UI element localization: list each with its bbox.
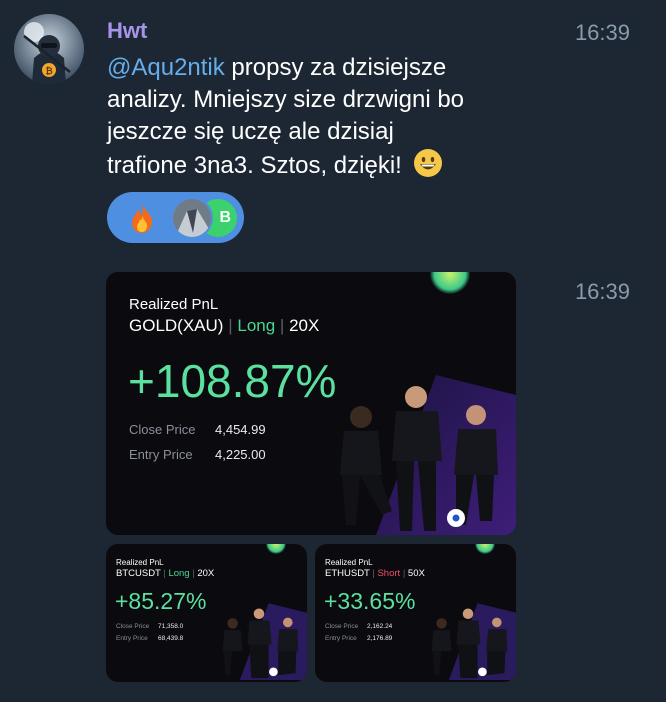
entry-price-value: 4,225.00 <box>215 447 266 462</box>
close-price-value: 4,454.99 <box>215 422 266 437</box>
separator: | <box>279 316 285 335</box>
entry-price-value: 2,176.89 <box>367 635 393 642</box>
players-image <box>420 582 516 682</box>
close-price-row: Close Price 71,358.0 <box>116 623 183 630</box>
close-price-value: 2,162.24 <box>367 623 393 630</box>
players-image <box>316 335 516 535</box>
message-text-line1: propsy za dzisiejsze <box>224 54 447 81</box>
close-price-row: Close Price 2,162.24 <box>325 623 392 630</box>
separator: | <box>402 568 406 579</box>
close-price-label: Close Price <box>116 623 150 630</box>
entry-price-row: Entry Price 68,439.8 <box>116 635 183 642</box>
sender-name[interactable]: Hwt <box>107 18 147 44</box>
close-price-label: Close Price <box>129 422 196 437</box>
separator: | <box>163 568 166 579</box>
reaction-avatar-letter: B <box>219 209 231 226</box>
sender-avatar[interactable]: ₿ <box>14 14 84 84</box>
message-text: @Aqu2ntik propsy za dzisiejsze analizy. … <box>107 52 527 182</box>
pnl-side: Short <box>377 568 401 579</box>
svg-text:₿: ₿ <box>45 66 52 77</box>
reaction-fire-button[interactable]: B <box>107 192 244 243</box>
pnl-title: Realized PnL <box>129 296 219 313</box>
close-price-label: Close Price <box>325 623 359 630</box>
separator: | <box>228 316 233 335</box>
pnl-percentage: +85.27% <box>115 588 207 614</box>
pnl-title: Realized PnL <box>116 558 164 567</box>
pnl-pair-line: BTCUSDT | Long | 20X <box>116 568 214 579</box>
message-timestamp: 16:39 <box>574 20 630 45</box>
entry-price-label: Entry Price <box>116 635 148 642</box>
pnl-side: Long <box>237 316 276 335</box>
pnl-leverage: 20X <box>197 568 215 579</box>
pnl-card-gold[interactable]: Realized PnL GOLD(XAU) | Long | 20X +108… <box>106 272 516 535</box>
pnl-pair-line: GOLD(XAU) | Long | 20X <box>129 316 319 336</box>
entry-price-row: Entry Price 4,225.00 <box>129 447 266 462</box>
message-timestamp-2: 16:39 <box>574 279 630 304</box>
separator: | <box>192 568 195 579</box>
fire-icon <box>127 202 157 234</box>
card-glow-decoration <box>475 544 495 554</box>
grinning-face-emoji-icon <box>413 148 443 178</box>
close-price-value: 71,358.0 <box>158 623 184 630</box>
players-image <box>211 582 307 682</box>
entry-price-label: Entry Price <box>325 635 357 642</box>
separator: | <box>372 568 375 579</box>
pnl-pair: GOLD(XAU) <box>129 316 224 335</box>
pnl-percentage: +33.65% <box>324 588 416 614</box>
card-glow-decoration <box>266 544 286 554</box>
pnl-card-btc[interactable]: Realized PnL BTCUSDT | Long | 20X +85.27… <box>106 544 307 682</box>
message-text-line4: trafione 3na3. Sztos, dzięki! <box>107 152 402 179</box>
pnl-pair-line: ETHUSDT | Short | 50X <box>325 568 425 579</box>
entry-price-value: 68,439.8 <box>158 635 184 642</box>
pnl-percentage: +108.87% <box>128 355 337 407</box>
pnl-leverage: 50X <box>407 568 425 579</box>
message-text-line2: analizy. Mniejszy size drzwigni bo <box>107 86 465 113</box>
pnl-leverage: 20X <box>289 316 320 335</box>
card-glow-decoration <box>430 272 470 294</box>
close-price-row: Close Price 4,454.99 <box>129 422 266 437</box>
user-mention-link[interactable]: @Aqu2ntik <box>107 54 225 81</box>
pnl-side: Long <box>168 568 190 579</box>
entry-price-row: Entry Price 2,176.89 <box>325 635 392 642</box>
pnl-pair: BTCUSDT <box>116 568 161 579</box>
reaction-user-avatar-photo <box>171 197 213 239</box>
entry-price-label: Entry Price <box>129 447 193 462</box>
message-text-line3: jeszcze się uczę ale dzisiaj <box>107 118 394 145</box>
pnl-card-eth[interactable]: Realized PnL ETHUSDT | Short | 50X +33.6… <box>315 544 516 682</box>
pnl-pair: ETHUSDT <box>325 568 370 579</box>
pnl-title: Realized PnL <box>325 558 373 567</box>
